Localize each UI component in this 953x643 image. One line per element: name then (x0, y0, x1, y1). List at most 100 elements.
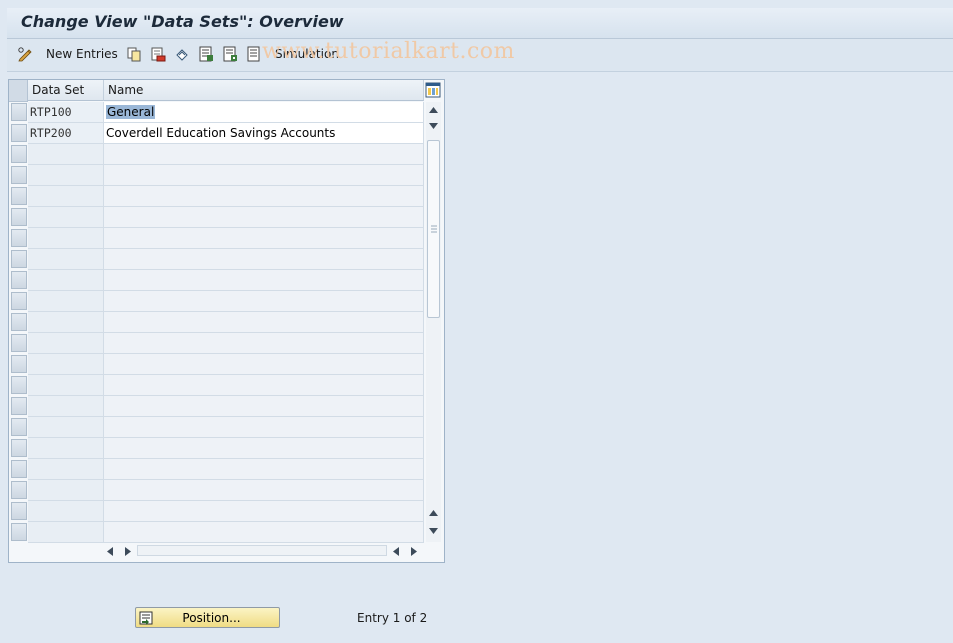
empty-name-cell[interactable] (104, 291, 424, 312)
select-all-icon (199, 46, 213, 62)
row-selector[interactable] (11, 523, 27, 541)
empty-name-cell[interactable] (104, 207, 424, 228)
empty-name-cell[interactable] (104, 354, 424, 375)
empty-name-cell[interactable] (104, 186, 424, 207)
row-selector[interactable] (11, 124, 27, 142)
scroll-right-icon[interactable] (411, 547, 417, 556)
row-selector[interactable] (11, 250, 27, 268)
empty-name-cell[interactable] (104, 396, 424, 417)
data-set-cell[interactable]: RTP100 (28, 102, 104, 123)
new-entries-label: New Entries (46, 47, 118, 61)
scroll-left-icon[interactable] (107, 547, 113, 556)
scroll-left-icon[interactable] (393, 547, 399, 556)
empty-data-set-cell[interactable] (28, 438, 104, 459)
copy-as-button[interactable] (126, 45, 142, 63)
select-block-button[interactable] (222, 45, 238, 63)
title-bar: Change View "Data Sets": Overview (7, 8, 953, 39)
empty-name-cell[interactable] (104, 249, 424, 270)
empty-name-cell[interactable] (104, 438, 424, 459)
position-button[interactable]: Position... (135, 607, 280, 628)
position-icon (139, 611, 153, 625)
data-sets-table: Data Set Name RTP100 General RTP200 Coverde… (8, 79, 445, 563)
column-header-data-set[interactable]: Data Set (28, 80, 104, 101)
row-selector[interactable] (11, 376, 27, 394)
arrow-down-icon (429, 528, 438, 534)
select-all-button[interactable] (198, 45, 214, 63)
scroll-thumb[interactable] (427, 140, 440, 318)
empty-data-set-cell[interactable] (28, 522, 104, 543)
row-selector[interactable] (11, 166, 27, 184)
column-header-name[interactable]: Name (104, 80, 424, 101)
pencil-glasses-icon (18, 47, 32, 62)
empty-name-cell[interactable] (104, 480, 424, 501)
table-settings-icon[interactable] (425, 82, 441, 98)
empty-data-set-cell[interactable] (28, 270, 104, 291)
empty-data-set-cell[interactable] (28, 249, 104, 270)
row-selector[interactable] (11, 334, 27, 352)
empty-data-set-cell[interactable] (28, 291, 104, 312)
empty-data-set-cell[interactable] (28, 396, 104, 417)
scroll-right-icon[interactable] (125, 547, 131, 556)
new-entries-button[interactable]: New Entries (46, 45, 118, 63)
empty-name-cell[interactable] (104, 522, 424, 543)
simulation-button[interactable]: Simulation (275, 45, 339, 63)
data-set-cell[interactable]: RTP200 (28, 123, 104, 144)
select-all-rows-corner[interactable] (9, 80, 28, 102)
empty-name-cell[interactable] (104, 144, 424, 165)
row-selector[interactable] (11, 229, 27, 247)
empty-data-set-cell[interactable] (28, 459, 104, 480)
empty-name-cell[interactable] (104, 417, 424, 438)
row-selector[interactable] (11, 439, 27, 457)
deselect-icon (247, 46, 260, 62)
scroll-down-button[interactable] (426, 523, 441, 539)
row-selector[interactable] (11, 418, 27, 436)
empty-name-cell[interactable] (104, 333, 424, 354)
empty-name-cell[interactable] (104, 270, 424, 291)
display-change-button[interactable] (17, 45, 33, 63)
empty-data-set-cell[interactable] (28, 165, 104, 186)
row-selector[interactable] (11, 187, 27, 205)
row-selector[interactable] (11, 292, 27, 310)
row-selector[interactable] (11, 145, 27, 163)
empty-data-set-cell[interactable] (28, 354, 104, 375)
row-selector[interactable] (11, 271, 27, 289)
empty-data-set-cell[interactable] (28, 480, 104, 501)
deselect-all-button[interactable] (246, 45, 262, 63)
empty-data-set-cell[interactable] (28, 228, 104, 249)
row-selector[interactable] (11, 103, 27, 121)
row-selector[interactable] (11, 208, 27, 226)
empty-name-cell[interactable] (104, 459, 424, 480)
empty-name-cell[interactable] (104, 165, 424, 186)
row-selector[interactable] (11, 397, 27, 415)
row-selector[interactable] (11, 502, 27, 520)
empty-name-cell[interactable] (104, 501, 424, 522)
selected-name-text: General (106, 105, 156, 119)
vertical-scrollbar[interactable] (426, 102, 441, 542)
name-cell[interactable]: General (104, 102, 424, 123)
horizontal-scroll-track[interactable] (137, 545, 387, 556)
undo-change-button[interactable] (174, 45, 190, 63)
empty-name-cell[interactable] (104, 312, 424, 333)
row-selector[interactable] (11, 313, 27, 331)
empty-data-set-cell[interactable] (28, 207, 104, 228)
empty-name-cell[interactable] (104, 228, 424, 249)
empty-data-set-cell[interactable] (28, 501, 104, 522)
empty-data-set-cell[interactable] (28, 375, 104, 396)
row-selector[interactable] (11, 481, 27, 499)
arrow-up-icon (429, 510, 438, 516)
row-selector[interactable] (11, 460, 27, 478)
scroll-page-up-button[interactable] (426, 505, 441, 521)
empty-data-set-cell[interactable] (28, 417, 104, 438)
scroll-page-down-button[interactable] (426, 118, 441, 134)
empty-name-cell[interactable] (104, 375, 424, 396)
empty-data-set-cell[interactable] (28, 312, 104, 333)
horizontal-scrollbar[interactable] (103, 543, 443, 559)
scroll-up-button[interactable] (426, 102, 441, 118)
delete-icon (151, 47, 166, 62)
empty-data-set-cell[interactable] (28, 186, 104, 207)
name-cell[interactable]: Coverdell Education Savings Accounts (104, 123, 424, 144)
empty-data-set-cell[interactable] (28, 144, 104, 165)
row-selector[interactable] (11, 355, 27, 373)
delete-button[interactable] (150, 45, 166, 63)
empty-data-set-cell[interactable] (28, 333, 104, 354)
